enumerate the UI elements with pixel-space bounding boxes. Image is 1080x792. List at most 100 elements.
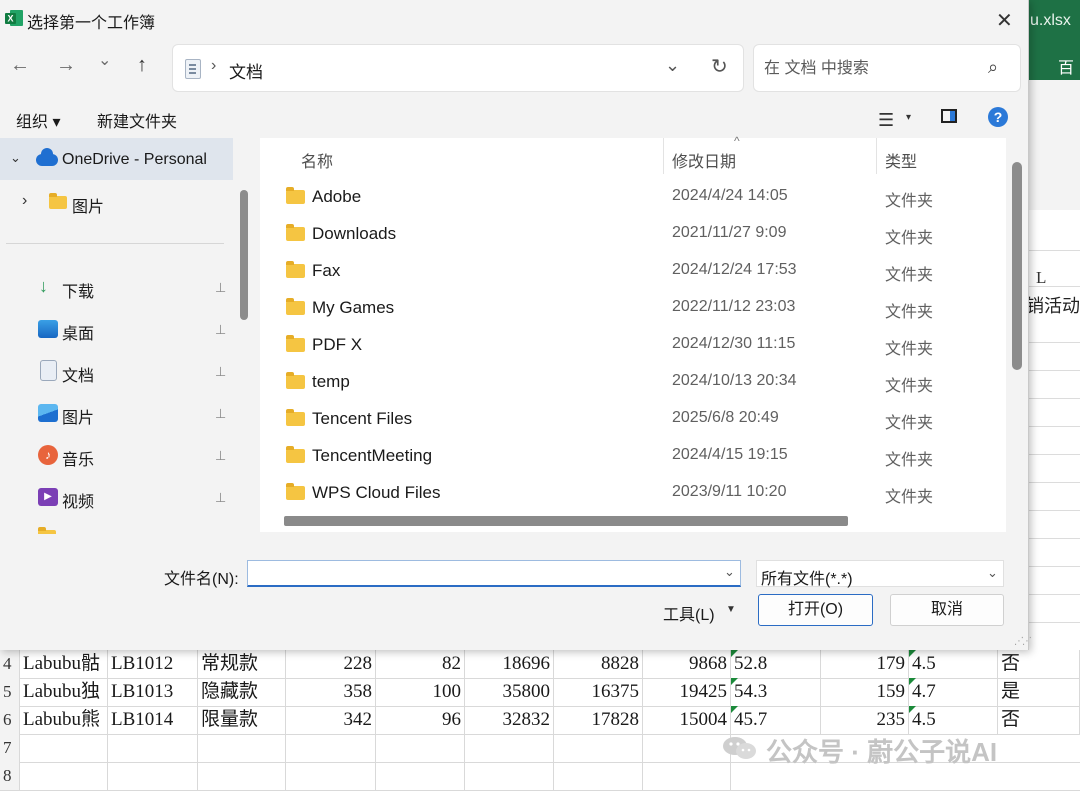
cell-value[interactable]: 228 (286, 650, 376, 678)
row-number[interactable]: 5 (0, 678, 20, 706)
cell-value[interactable]: 54.3 (731, 678, 821, 706)
pin-icon[interactable]: ⊥ (215, 280, 226, 296)
sidebar-item-onedrive[interactable]: ⌄ OneDrive - Personal (0, 138, 233, 180)
empty-cell[interactable] (286, 762, 376, 790)
cell-value[interactable]: 4.7 (909, 678, 998, 706)
up-icon[interactable]: ↑ (137, 54, 147, 77)
column-divider[interactable] (876, 138, 877, 174)
file-row[interactable]: Tencent Files 2025/6/8 20:49 文件夹 (260, 400, 1006, 437)
cell-value[interactable]: 35800 (465, 678, 554, 706)
empty-cell[interactable] (286, 734, 376, 762)
column-header-name[interactable]: 名称 (301, 148, 333, 172)
empty-cell[interactable] (20, 762, 108, 790)
cell-code[interactable]: LB1014 (108, 706, 198, 734)
row-number[interactable]: 8 (0, 762, 20, 790)
empty-cell[interactable] (465, 734, 554, 762)
column-header-type[interactable]: 类型 (885, 148, 917, 172)
column-divider[interactable] (663, 138, 664, 174)
pin-icon[interactable]: ⊥ (215, 406, 226, 422)
search-icon[interactable]: ⌕ (988, 57, 998, 78)
empty-cell[interactable] (376, 762, 465, 790)
file-row[interactable]: Fax 2024/12/24 17:53 文件夹 (260, 252, 1006, 289)
cell-value[interactable]: 82 (376, 650, 465, 678)
cell-kind[interactable]: 常规款 (198, 650, 286, 678)
column-header-L[interactable]: L (1036, 268, 1046, 288)
pin-icon[interactable]: ⊥ (215, 490, 226, 506)
cell-value[interactable]: 17828 (554, 706, 643, 734)
cell-value[interactable]: 8828 (554, 650, 643, 678)
cell-value[interactable]: 否 (998, 650, 1080, 678)
cell-value[interactable]: 9868 (643, 650, 731, 678)
file-row[interactable]: Downloads 2021/11/27 9:09 文件夹 (260, 215, 1006, 252)
file-row[interactable]: temp 2024/10/13 20:34 文件夹 (260, 363, 1006, 400)
cell-code[interactable]: LB1012 (108, 650, 198, 678)
recent-locations-icon[interactable]: ⌄ (98, 50, 111, 70)
file-type-filter[interactable]: 所有文件(*.*) ⌄ (756, 560, 1004, 588)
chevron-down-icon[interactable]: ⌄ (665, 55, 680, 76)
empty-cell[interactable] (20, 734, 108, 762)
cell-code[interactable]: LB1013 (108, 678, 198, 706)
table-row[interactable]: 4 Labubu骷 LB1012 常规款 228 82 18696 8828 9… (0, 650, 1080, 679)
chevron-down-icon[interactable]: ⌄ (724, 564, 735, 580)
cell-name[interactable]: Labubu熊 (20, 706, 108, 734)
row-number[interactable]: 4 (0, 650, 20, 678)
cell-value[interactable]: 16375 (554, 678, 643, 706)
row-number[interactable]: 6 (0, 706, 20, 734)
cell-value[interactable]: 96 (376, 706, 465, 734)
scrollbar-thumb[interactable] (1012, 162, 1022, 370)
search-box[interactable]: ⌕ (753, 44, 1021, 92)
file-row[interactable]: Adobe 2024/4/24 14:05 文件夹 (260, 178, 1006, 215)
empty-cell[interactable] (643, 762, 731, 790)
cell-value[interactable]: 32832 (465, 706, 554, 734)
cell-kind[interactable]: 限量款 (198, 706, 286, 734)
cell-value[interactable]: 19425 (643, 678, 731, 706)
cell-value[interactable]: 342 (286, 706, 376, 734)
empty-cell[interactable] (643, 734, 731, 762)
empty-cell[interactable] (376, 734, 465, 762)
back-icon[interactable]: ← (10, 54, 30, 77)
pin-icon[interactable]: ⊥ (215, 322, 226, 338)
empty-cell[interactable] (465, 762, 554, 790)
cell-value[interactable]: 358 (286, 678, 376, 706)
empty-cell[interactable] (554, 734, 643, 762)
cell-value[interactable]: 15004 (643, 706, 731, 734)
preview-pane-icon[interactable] (941, 109, 957, 123)
organize-menu[interactable]: 组织 ▾ (16, 108, 60, 132)
scrollbar-thumb[interactable] (284, 516, 848, 526)
cell-value[interactable]: 159 (821, 678, 909, 706)
chevron-down-icon[interactable]: ⌄ (987, 565, 998, 581)
cell-kind[interactable]: 隐藏款 (198, 678, 286, 706)
pin-icon[interactable]: ⊥ (215, 364, 226, 380)
cell-value[interactable]: 是 (998, 678, 1080, 706)
cell-value[interactable]: 否 (998, 706, 1080, 734)
dialog-titlebar[interactable]: X 选择第一个工作簿 ✕ (0, 0, 1028, 38)
empty-cell[interactable] (198, 734, 286, 762)
chevron-right-icon[interactable]: › (22, 192, 27, 210)
cell-value[interactable]: 18696 (465, 650, 554, 678)
refresh-icon[interactable]: ↻ (711, 54, 728, 79)
cell-value[interactable]: 179 (821, 650, 909, 678)
vertical-scrollbar[interactable] (1008, 138, 1028, 532)
row-number[interactable]: 7 (0, 734, 20, 762)
cell-value[interactable]: 100 (376, 678, 465, 706)
breadcrumb[interactable]: 文档 (229, 58, 263, 83)
view-options-icon[interactable]: ☰ (878, 110, 894, 131)
tools-menu[interactable]: 工具(L) (663, 601, 715, 625)
open-button[interactable]: 打开(O) (758, 594, 873, 626)
search-input[interactable] (762, 55, 986, 83)
forward-icon[interactable]: → (56, 54, 76, 77)
file-row[interactable]: My Games 2022/11/12 23:03 文件夹 (260, 289, 1006, 326)
filename-field[interactable]: ⌄ (247, 560, 741, 587)
resize-grip-icon[interactable]: ⋰⋰ (1014, 636, 1032, 647)
cell-header-text[interactable]: 销活动 (1026, 292, 1080, 318)
table-row[interactable]: 5 Labubu独 LB1013 隐藏款 358 100 35800 16375… (0, 678, 1080, 707)
column-header-date[interactable]: 修改日期 (672, 148, 736, 172)
help-icon[interactable]: ? (988, 107, 1008, 127)
view-caret-icon[interactable]: ▾ (906, 112, 911, 123)
filename-input[interactable] (252, 563, 716, 585)
file-row[interactable]: TencentMeeting 2024/4/15 19:15 文件夹 (260, 437, 1006, 474)
nav-pane-scrollbar[interactable] (236, 190, 250, 520)
cell-value[interactable]: 4.5 (909, 650, 998, 678)
chevron-down-icon[interactable]: ⌄ (10, 150, 21, 166)
cell-name[interactable]: Labubu骷 (20, 650, 108, 678)
